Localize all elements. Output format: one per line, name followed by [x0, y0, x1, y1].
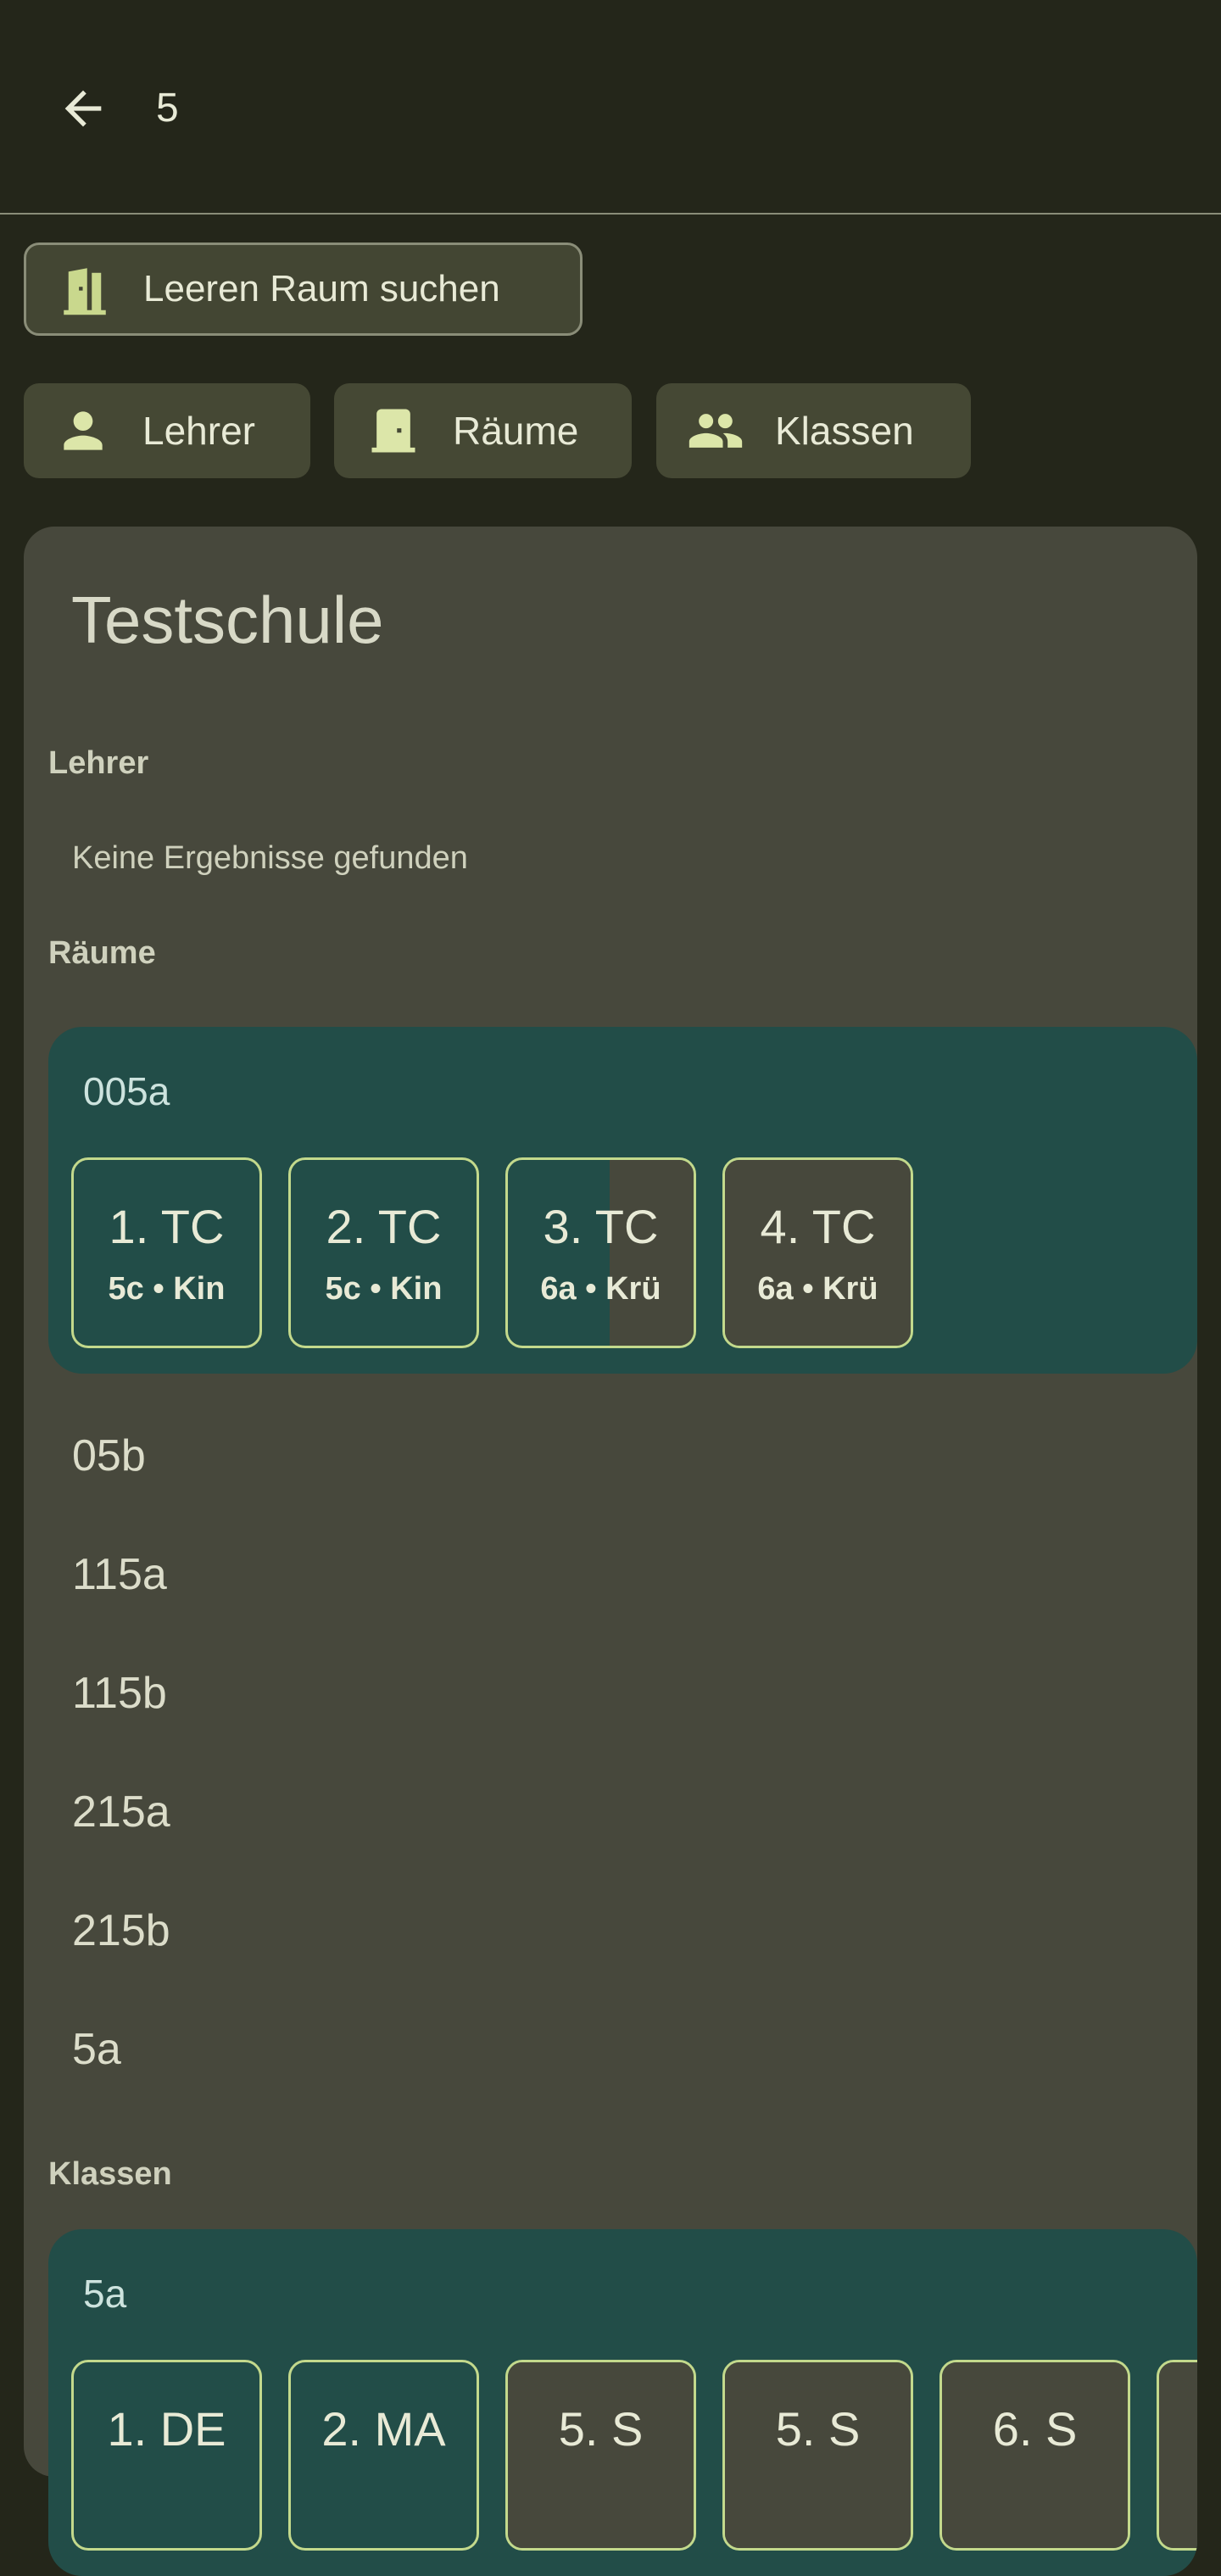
filter-chip-label: Räume	[453, 409, 579, 453]
no-results-text: Keine Ergebnisse gefunden	[72, 840, 468, 876]
room-item[interactable]: 215b	[72, 1903, 170, 1959]
top-app-bar: 5	[0, 0, 1221, 215]
lesson-subtitle: 5c • Kin	[325, 1271, 443, 1307]
door-open-icon	[64, 268, 106, 315]
lesson-tile[interactable]: 2. MA	[288, 2360, 479, 2551]
room-item[interactable]: 5a	[72, 2021, 121, 2077]
lesson-title: 1. TC	[109, 1200, 225, 1253]
class-name: 5a	[83, 2272, 127, 2316]
people-icon	[689, 414, 743, 448]
find-empty-room-button[interactable]: Leeren Raum suchen	[24, 243, 583, 336]
filter-chip-label: Klassen	[775, 409, 914, 453]
lesson-title: 5. S	[558, 2402, 644, 2456]
lesson-title: 3. TC	[543, 1200, 659, 1253]
filter-chip-rooms[interactable]: Räume	[334, 383, 632, 478]
room-item[interactable]: 115b	[72, 1665, 167, 1721]
room-item[interactable]: 05b	[72, 1428, 146, 1484]
section-label-classes: Klassen	[48, 2156, 172, 2192]
lesson-tile[interactable]: 1. DE	[71, 2360, 262, 2551]
room-item[interactable]: 115a	[72, 1547, 167, 1603]
arrow-left-icon	[64, 90, 102, 127]
lesson-title: 4. TC	[760, 1200, 876, 1253]
class-group-5a[interactable]: 5a 1. DE 2. MA 5. S 5. S 6. S	[48, 2229, 1197, 2576]
school-results-card: Testschule Lehrer Keine Ergebnisse gefun…	[24, 527, 1197, 2576]
lesson-title: 2. MA	[321, 2402, 446, 2456]
lesson-progress	[1159, 2362, 1197, 2548]
lesson-tile[interactable]: 2. TC 5c • Kin	[288, 1157, 479, 1348]
room-group-005a[interactable]: 005a 1. TC 5c • Kin 2. TC 5c • Kin 3. TC…	[48, 1027, 1197, 1374]
door-icon	[371, 409, 415, 453]
lesson-title: 2. TC	[326, 1200, 442, 1253]
search-query-title: 5	[156, 86, 179, 131]
school-name: Testschule	[71, 583, 384, 657]
lesson-tile[interactable]: 5. S	[505, 2360, 696, 2551]
lesson-tile[interactable]: 5. S	[722, 2360, 913, 2551]
section-label-teachers: Lehrer	[48, 745, 149, 781]
room-name: 005a	[83, 1069, 170, 1113]
lesson-subtitle: 6a • Krü	[757, 1271, 878, 1307]
find-empty-room-label: Leeren Raum suchen	[143, 268, 500, 309]
lesson-tile-partial[interactable]	[1157, 2360, 1197, 2551]
lesson-title: 5. S	[775, 2402, 861, 2456]
section-label-rooms: Räume	[48, 935, 156, 971]
room-item[interactable]: 215a	[72, 1784, 170, 1840]
lesson-subtitle: 6a • Krü	[540, 1271, 661, 1307]
lesson-title: 1. DE	[107, 2402, 226, 2456]
person-icon	[64, 411, 103, 450]
lesson-tile[interactable]: 4. TC 6a • Krü	[722, 1157, 913, 1348]
lesson-tile[interactable]: 6. S	[939, 2360, 1130, 2551]
filter-chip-teachers[interactable]: Lehrer	[24, 383, 310, 478]
lesson-subtitle: 5c • Kin	[108, 1271, 226, 1307]
filter-chip-classes[interactable]: Klassen	[656, 383, 971, 478]
filter-chip-label: Lehrer	[142, 409, 255, 453]
lesson-title: 6. S	[992, 2402, 1078, 2456]
back-button[interactable]	[47, 73, 119, 144]
lesson-tile[interactable]: 3. TC 6a • Krü	[505, 1157, 696, 1348]
lesson-tile[interactable]: 1. TC 5c • Kin	[71, 1157, 262, 1348]
